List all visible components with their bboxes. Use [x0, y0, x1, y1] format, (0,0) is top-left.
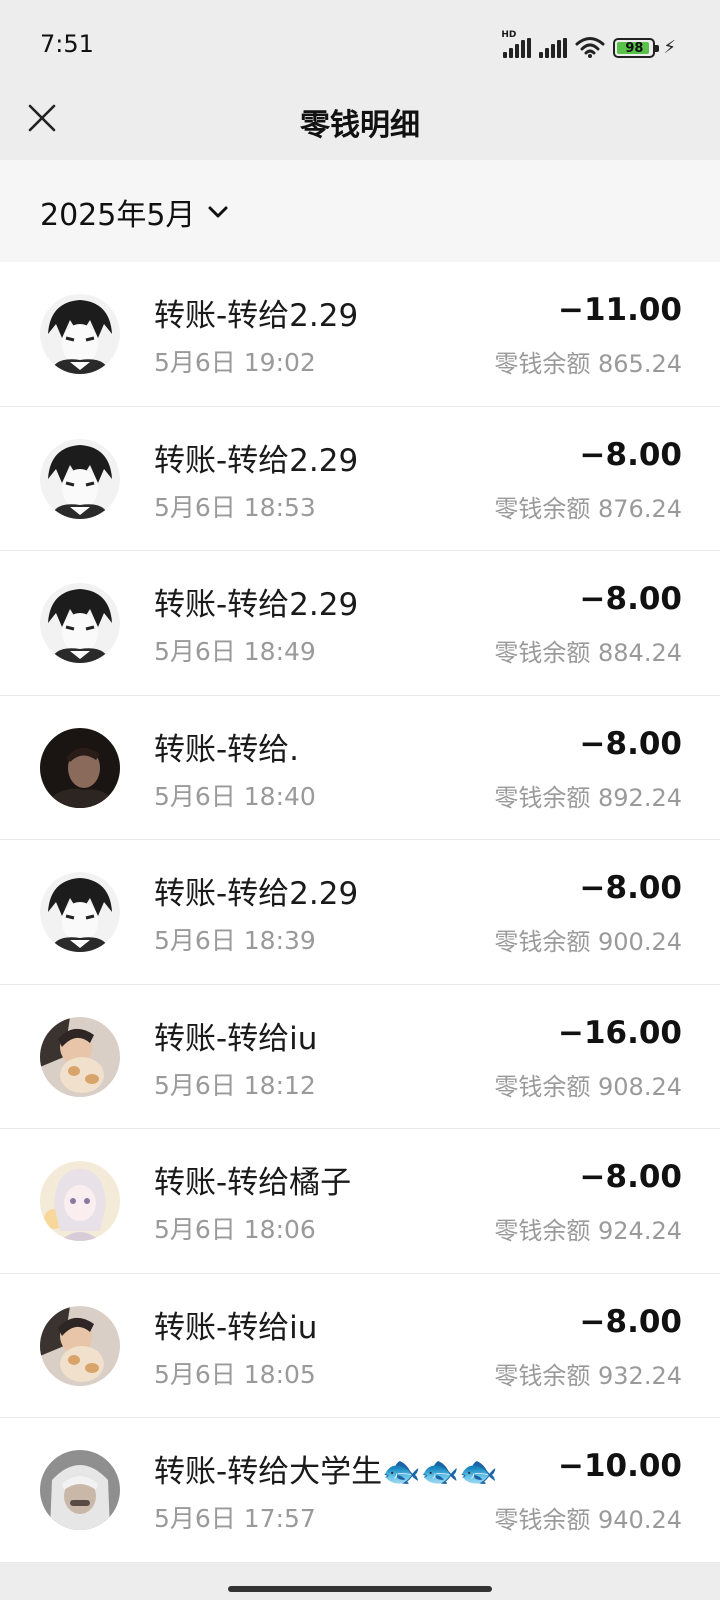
transaction-title: 转账-转给iu [154, 1020, 318, 1057]
transaction-row[interactable]: 转账-转给iu 5月6日 18:12 −16.00 零钱余额 908.24 [0, 985, 720, 1129]
dark-photo-avatar [40, 727, 120, 808]
transaction-title: 转账-转给2.29 [154, 587, 359, 623]
transaction-time: 5月6日 18:06 [154, 1215, 316, 1244]
transaction-title: 转账-转给2.29 [154, 876, 359, 912]
wifi-icon [575, 37, 605, 58]
nav-bar: 零钱明细 [0, 76, 720, 160]
transaction-list: 转账-转给2.29 5月6日 19:02 −11.00 零钱余额 865.24 … [0, 262, 720, 1563]
transaction-amount: −8.00 [579, 870, 682, 906]
signal-icon: HD [501, 30, 532, 58]
month-label: 2025年5月 [40, 198, 196, 233]
transaction-balance: 零钱余额 884.24 [494, 639, 682, 667]
transaction-amount: −8.00 [579, 1303, 682, 1340]
transaction-time: 5月6日 19:02 [154, 348, 316, 377]
transaction-balance: 零钱余额 900.24 [494, 928, 682, 956]
transaction-time: 5月6日 18:40 [154, 781, 316, 811]
anime-boy-avatar [40, 294, 120, 374]
status-icons: HD 98 ⚡ [501, 30, 676, 58]
transaction-time: 5月6日 18:39 [154, 926, 316, 955]
transaction-row[interactable]: 转账-转给iu 5月6日 18:05 −8.00 零钱余额 932.24 [0, 1274, 720, 1418]
transaction-time: 5月6日 18:12 [154, 1070, 316, 1100]
transaction-title: 转账-转给iu [154, 1309, 318, 1346]
transaction-amount: −10.00 [557, 1448, 682, 1484]
transaction-balance: 零钱余额 932.24 [494, 1361, 682, 1390]
charging-icon: ⚡ [663, 37, 676, 58]
transaction-row[interactable]: 转账-转给2.29 5月6日 19:02 −11.00 零钱余额 865.24 [0, 262, 720, 407]
battery-level: 98 [625, 40, 644, 56]
transaction-title: 转账-转给2.29 [154, 442, 359, 479]
transaction-balance: 零钱余额 940.24 [494, 1506, 682, 1534]
month-filter-bar: 2025年5月 [0, 160, 720, 262]
home-indicator-area [0, 1572, 720, 1600]
chevron-down-icon [208, 206, 228, 218]
battery-icon: 98 [613, 38, 660, 58]
transaction-row[interactable]: 转账-转给2.29 5月6日 18:49 −8.00 零钱余额 884.24 [0, 551, 720, 696]
transaction-time: 5月6日 18:05 [154, 1359, 316, 1389]
transaction-row[interactable]: 转账-转给大学生🐟🐟🐟 5月6日 17:57 −10.00 零钱余额 940.2… [0, 1418, 720, 1563]
month-selector[interactable]: 2025年5月 [40, 190, 229, 234]
transaction-amount: −11.00 [557, 292, 682, 328]
transaction-amount: −16.00 [557, 1014, 682, 1051]
transaction-balance: 零钱余额 865.24 [494, 350, 682, 378]
transaction-title: 转账-转给橘子 [154, 1165, 352, 1201]
transaction-row[interactable]: 转账-转给橘子 5月6日 18:06 −8.00 零钱余额 924.24 [0, 1129, 720, 1274]
page-title: 零钱明细 [300, 108, 420, 143]
transaction-time: 5月6日 18:53 [154, 492, 316, 522]
girl-cat-avatar [40, 1305, 120, 1386]
transaction-amount: −8.00 [579, 581, 682, 617]
transaction-title: 转账-转给. [154, 731, 300, 768]
transaction-amount: −8.00 [579, 725, 682, 762]
transaction-time: 5月6日 17:57 [154, 1504, 316, 1533]
transaction-amount: −8.00 [579, 436, 682, 473]
transaction-row[interactable]: 转账-转给2.29 5月6日 18:53 −8.00 零钱余额 876.24 [0, 407, 720, 551]
hooded-person-avatar [40, 1450, 120, 1530]
transaction-amount: −8.00 [579, 1159, 682, 1195]
anime-boy-avatar [40, 583, 120, 663]
anime-boy-avatar [40, 438, 120, 519]
home-indicator[interactable] [228, 1586, 492, 1592]
anime-boy-avatar [40, 872, 120, 952]
transaction-balance: 零钱余额 876.24 [494, 494, 682, 523]
status-time: 7:51 [40, 30, 94, 58]
transaction-row[interactable]: 转账-转给. 5月6日 18:40 −8.00 零钱余额 892.24 [0, 696, 720, 840]
girl-cat-avatar [40, 1016, 120, 1097]
transaction-balance: 零钱余额 908.24 [494, 1072, 682, 1101]
signal-icon [539, 38, 568, 58]
transaction-time: 5月6日 18:49 [154, 637, 316, 666]
transaction-balance: 零钱余额 924.24 [494, 1217, 682, 1245]
transaction-title: 转账-转给大学生🐟🐟🐟 [154, 1454, 498, 1490]
transaction-title: 转账-转给2.29 [154, 298, 359, 334]
transaction-balance: 零钱余额 892.24 [494, 783, 682, 812]
transaction-row[interactable]: 转账-转给2.29 5月6日 18:39 −8.00 零钱余额 900.24 [0, 840, 720, 985]
doll-avatar [40, 1161, 120, 1241]
network-type-label: HD [501, 30, 517, 40]
